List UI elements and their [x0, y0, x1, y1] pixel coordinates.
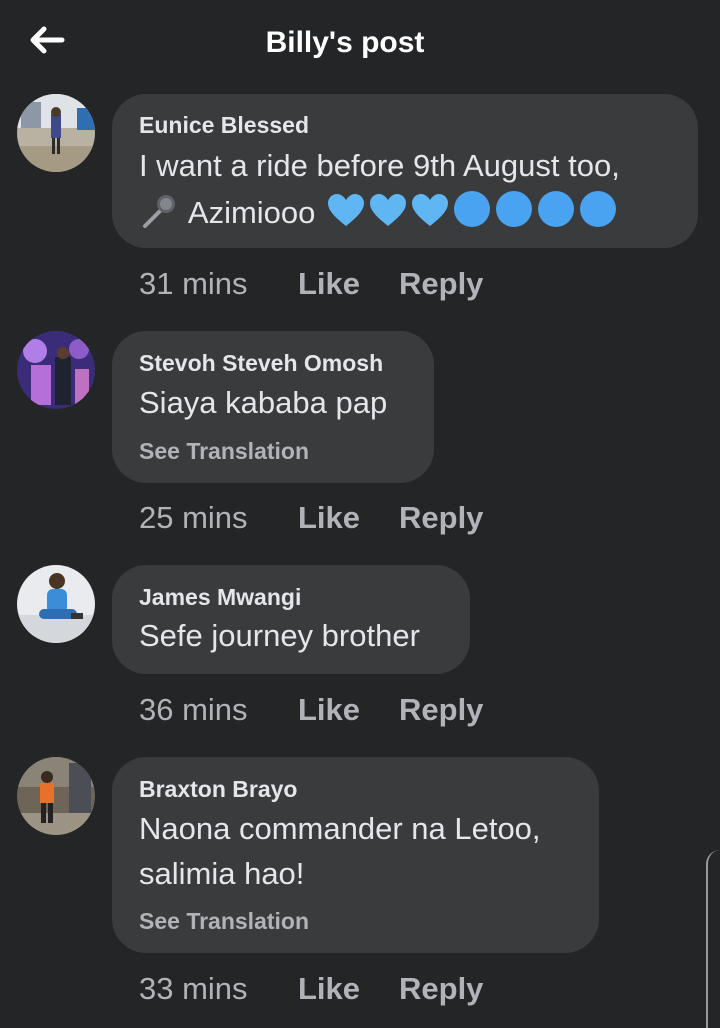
- comment-bubble[interactable]: Eunice Blessed I want a ride before 9th …: [112, 94, 698, 248]
- comment-timestamp: 25 mins: [139, 500, 248, 535]
- reply-button[interactable]: Reply: [399, 500, 483, 536]
- blue-circle-icon: [494, 189, 534, 242]
- like-button[interactable]: Like: [298, 971, 360, 1007]
- comment-timestamp: 36 mins: [139, 692, 248, 727]
- reply-button[interactable]: Reply: [399, 971, 483, 1007]
- comment-timestamp: 33 mins: [139, 971, 248, 1006]
- blue-circle-icon: [578, 189, 618, 242]
- blue-heart-icon: [368, 193, 408, 242]
- comment-text: Naona commander na Letoo,: [139, 811, 541, 846]
- avatar[interactable]: [17, 757, 95, 835]
- comment-text: Siaya kababa pap: [139, 385, 388, 420]
- blue-circle-icon: [536, 189, 576, 242]
- microphone-icon: [141, 193, 181, 242]
- avatar[interactable]: [17, 331, 95, 409]
- like-button[interactable]: Like: [298, 500, 360, 536]
- comment-bubble[interactable]: James Mwangi Sefe journey brother: [112, 565, 470, 674]
- see-translation-link[interactable]: See Translation: [139, 438, 309, 465]
- commenter-name[interactable]: Braxton Brayo: [139, 776, 297, 803]
- comment-text: Sefe journey brother: [139, 618, 420, 653]
- commenter-name[interactable]: Eunice Blessed: [139, 112, 309, 139]
- comment-bubble[interactable]: Stevoh Steveh Omosh Siaya kababa pap See…: [112, 331, 434, 483]
- blue-circle-icon: [452, 189, 492, 242]
- like-button[interactable]: Like: [298, 692, 360, 728]
- scrollbar-edge[interactable]: [706, 850, 720, 1028]
- comment-text-line-2: Azimiooo: [139, 189, 618, 242]
- blue-heart-icon: [410, 193, 450, 242]
- comment-text: I want a ride before 9th August too,: [139, 148, 620, 183]
- see-translation-link[interactable]: See Translation: [139, 908, 309, 935]
- reply-button[interactable]: Reply: [399, 266, 483, 302]
- like-button[interactable]: Like: [298, 266, 360, 302]
- comment-text-line-2: salimia hao!: [139, 856, 305, 891]
- comment-bubble[interactable]: Braxton Brayo Naona commander na Letoo, …: [112, 757, 599, 953]
- commenter-name[interactable]: Stevoh Steveh Omosh: [139, 350, 383, 377]
- avatar[interactable]: [17, 94, 95, 172]
- top-bar: Billy's post: [0, 0, 720, 88]
- avatar[interactable]: [17, 565, 95, 643]
- reply-button[interactable]: Reply: [399, 692, 483, 728]
- comment-timestamp: 31 mins: [139, 266, 248, 301]
- blue-heart-icon: [326, 193, 366, 242]
- comment-text: Azimiooo: [187, 195, 316, 230]
- commenter-name[interactable]: James Mwangi: [139, 584, 301, 611]
- page-title: Billy's post: [265, 26, 425, 59]
